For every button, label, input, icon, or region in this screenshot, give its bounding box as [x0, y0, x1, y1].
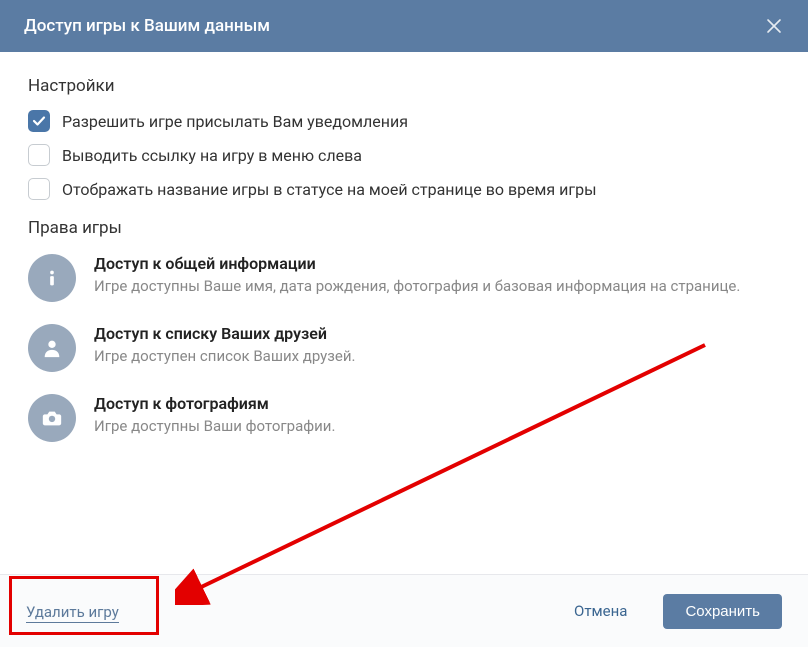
camera-icon: [28, 394, 76, 442]
setting-status[interactable]: Отображать название игры в статусе на мо…: [28, 178, 780, 200]
permissions-heading: Права игры: [28, 218, 780, 238]
checkbox-checked[interactable]: [28, 110, 50, 132]
permission-title: Доступ к общей информации: [94, 254, 780, 273]
close-icon: [766, 18, 782, 34]
checkbox-label: Отображать название игры в статусе на мо…: [62, 180, 597, 199]
checkbox-unchecked[interactable]: [28, 178, 50, 200]
user-icon: [28, 324, 76, 372]
dialog-footer: Удалить игру Отмена Сохранить: [0, 574, 808, 647]
dialog-content: Настройки Разрешить игре присылать Вам у…: [0, 52, 808, 574]
permission-desc: Игре доступен список Ваших друзей.: [94, 346, 780, 367]
checkbox-label: Выводить ссылку на игру в меню слева: [62, 146, 362, 165]
dialog-header: Доступ игры к Вашим данным: [0, 0, 808, 52]
setting-notifications[interactable]: Разрешить игре присылать Вам уведомления: [28, 110, 780, 132]
permission-title: Доступ к фотографиям: [94, 394, 780, 413]
checkbox-unchecked[interactable]: [28, 144, 50, 166]
settings-heading: Настройки: [28, 76, 780, 96]
permission-text: Доступ к фотографиям Игре доступны Ваши …: [94, 394, 780, 437]
checkbox-label: Разрешить игре присылать Вам уведомления: [62, 112, 408, 131]
save-button[interactable]: Сохранить: [663, 594, 782, 629]
permission-photos: Доступ к фотографиям Игре доступны Ваши …: [28, 394, 780, 442]
footer-left: Удалить игру: [26, 602, 119, 621]
setting-menu-link[interactable]: Выводить ссылку на игру в меню слева: [28, 144, 780, 166]
permission-text: Доступ к списку Ваших друзей Игре доступ…: [94, 324, 780, 367]
permission-friends: Доступ к списку Ваших друзей Игре доступ…: [28, 324, 780, 372]
close-button[interactable]: [764, 16, 784, 36]
footer-right: Отмена Сохранить: [556, 593, 782, 629]
permission-desc: Игре доступны Ваше имя, дата рождения, ф…: [94, 276, 780, 297]
permissions-dialog: Доступ игры к Вашим данным Настройки Раз…: [0, 0, 808, 647]
info-icon: [28, 254, 76, 302]
permission-general-info: Доступ к общей информации Игре доступны …: [28, 254, 780, 302]
delete-game-link[interactable]: Удалить игру: [26, 603, 119, 623]
dialog-title: Доступ игры к Вашим данным: [24, 16, 270, 36]
permission-title: Доступ к списку Ваших друзей: [94, 324, 780, 343]
permissions-list: Доступ к общей информации Игре доступны …: [28, 254, 780, 442]
cancel-button[interactable]: Отмена: [556, 593, 645, 629]
permission-text: Доступ к общей информации Игре доступны …: [94, 254, 780, 297]
permission-desc: Игре доступны Ваши фотографии.: [94, 416, 780, 437]
checkmark-icon: [32, 114, 46, 128]
